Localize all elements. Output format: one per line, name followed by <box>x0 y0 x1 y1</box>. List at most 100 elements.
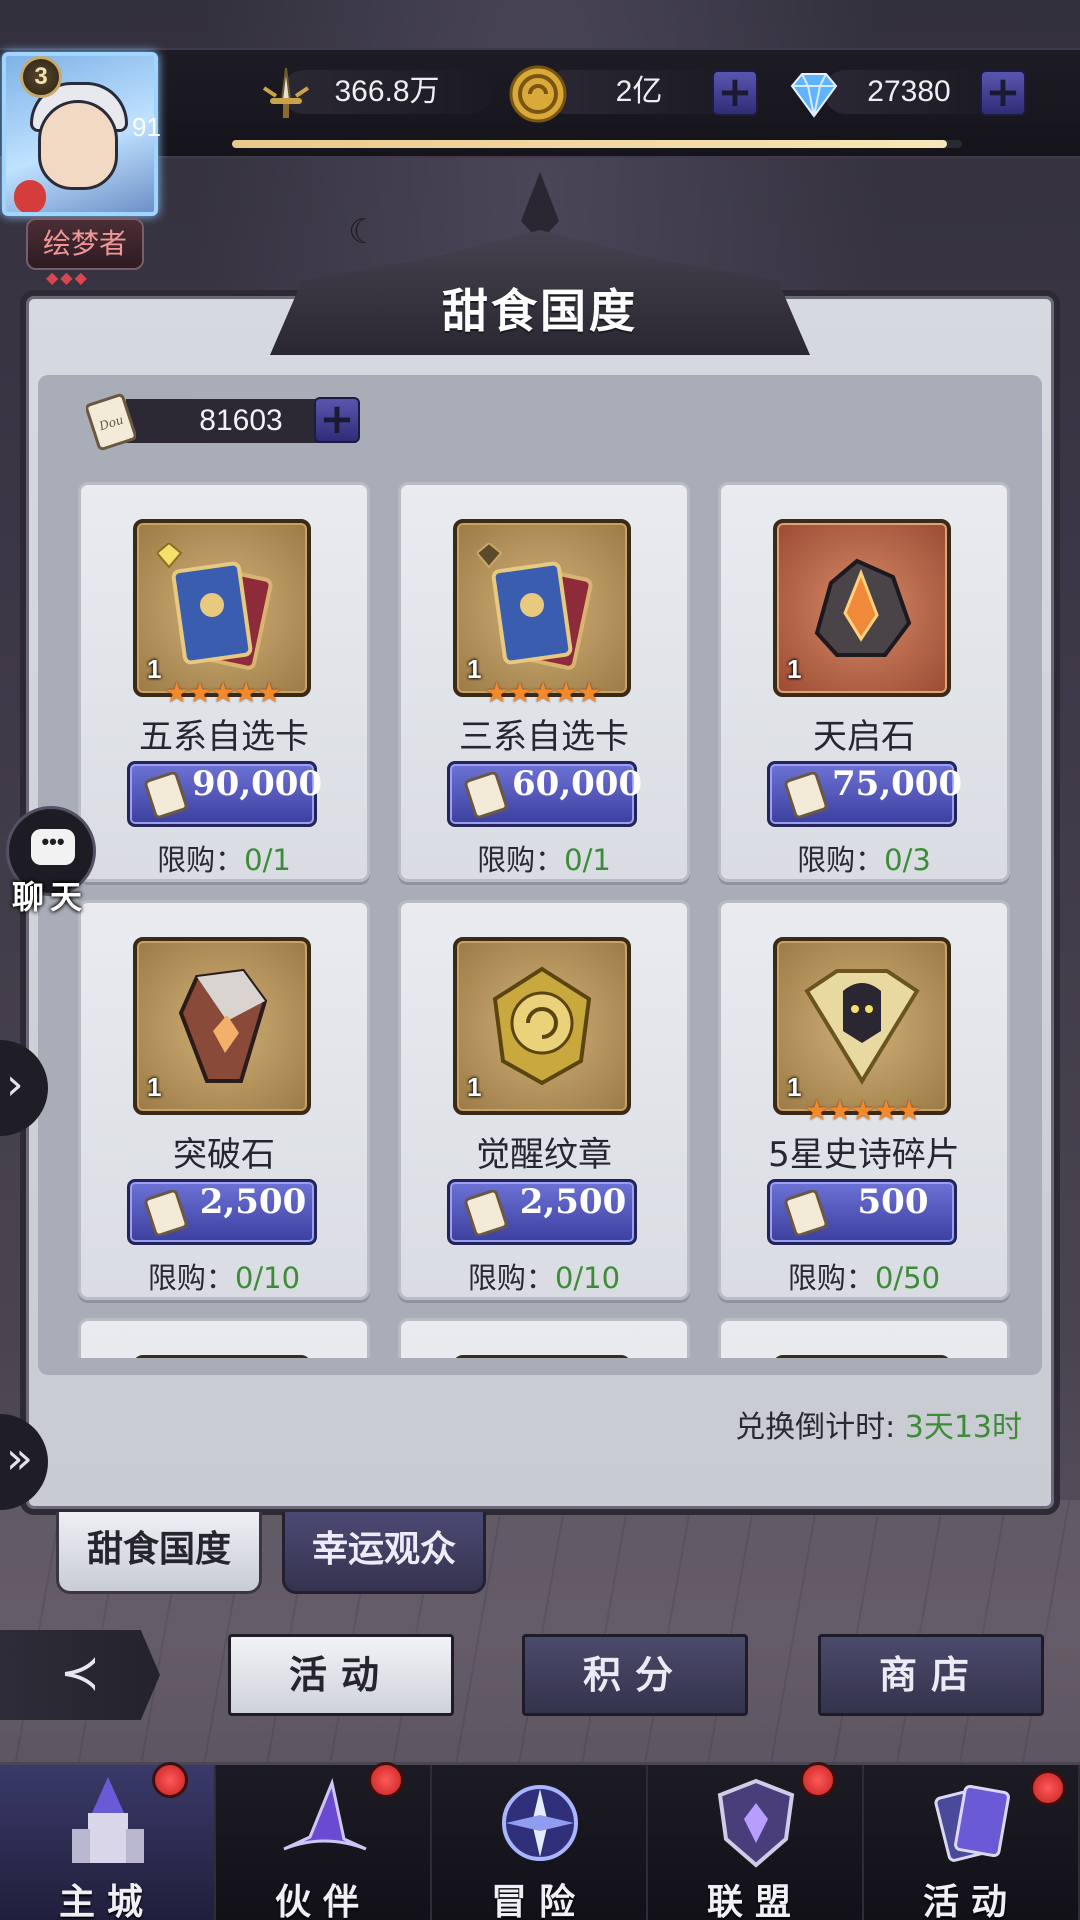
item-icon-frame: 1 <box>453 937 631 1115</box>
avatar-santa-hat <box>14 180 46 212</box>
add-gold-button[interactable]: + <box>712 70 758 116</box>
buy-button[interactable]: 75,000 <box>767 761 963 827</box>
purchase-limit: 限购：0/50 <box>721 1255 1007 1297</box>
nav-label: 冒险 <box>490 1882 587 1920</box>
buy-button[interactable]: 500 <box>767 1179 957 1245</box>
back-button[interactable]: ≺ <box>0 1630 160 1720</box>
witch-hat-icon <box>283 1777 367 1851</box>
notification-dot <box>1030 1770 1066 1806</box>
dou-ticket-icon: Dou <box>86 393 136 451</box>
cards-icon <box>934 1784 1010 1862</box>
item-icon-frame: 1 ★★★★★ <box>133 519 311 709</box>
player-exp-fill <box>232 140 948 148</box>
shop-item-card[interactable] <box>398 1318 690 1358</box>
sub-navigation: ≺ 活动 积分 商店 <box>0 1620 1080 1740</box>
item-star-rating: ★★★★★ <box>484 676 602 709</box>
subnav-event[interactable]: 活动 <box>228 1634 454 1716</box>
add-diamond-button[interactable]: + <box>980 70 1026 116</box>
item-name: 觉醒纹章 <box>476 1135 612 1175</box>
countdown-value: 3天13时 <box>904 1410 1022 1445</box>
player-level-badge: 3 <box>20 56 62 98</box>
purchase-limit: 限购：0/10 <box>81 1255 367 1297</box>
purchase-limit: 限购：0/1 <box>81 837 367 879</box>
title-rank-pips: ◆◆◆ <box>46 268 89 287</box>
shop-item-card[interactable]: 1 ★★★★★ 5星史诗碎片 500 限购：0/50 <box>718 900 1010 1300</box>
apocalypse-stone-icon <box>814 558 912 657</box>
item-name: 五系自选卡 <box>139 717 309 757</box>
item-name: 天启石 <box>813 717 915 757</box>
item-name: 突破石 <box>173 1135 275 1175</box>
shop-item-card[interactable]: 1 ★★★★★ 三系自选卡 60,000 限购：0/1 <box>398 482 690 882</box>
shield-icon <box>717 1778 795 1868</box>
item-name: 三系自选卡 <box>459 717 629 757</box>
limit-label: 限购： <box>467 1261 555 1295</box>
nav-label: 伙伴 <box>274 1882 371 1920</box>
item-icon-frame: 1 ★★★★★ <box>773 937 951 1127</box>
dou-ticket-icon <box>784 772 828 818</box>
add-dou-button[interactable]: + <box>314 397 360 443</box>
item-price: 90,000 <box>192 764 323 804</box>
item-quantity: 1 <box>467 1072 482 1102</box>
nav-adventure[interactable]: 冒险 <box>432 1765 648 1920</box>
moon-ornament: ☾ <box>348 212 379 252</box>
card-pack-icon <box>157 543 273 670</box>
dou-ticket-icon <box>144 1190 188 1236</box>
limit-count: 0/1 <box>564 843 611 877</box>
item-icon-frame: 1 <box>773 519 951 697</box>
dou-ticket-icon <box>464 772 508 818</box>
limit-label: 限购： <box>147 1261 235 1295</box>
limit-label: 限购： <box>797 843 885 877</box>
limit-count: 0/1 <box>244 843 291 877</box>
power-resource: 366.8万 <box>252 64 502 120</box>
diamond-icon <box>790 73 838 118</box>
panel-title: 甜食国度 <box>442 284 638 338</box>
limit-label: 限购： <box>787 1261 875 1295</box>
purchase-limit: 限购：0/1 <box>401 837 687 879</box>
nav-label: 活动 <box>922 1882 1019 1920</box>
nav-label: 主城 <box>58 1882 155 1920</box>
tab-lucky-audience[interactable]: 幸运观众 <box>282 1512 486 1594</box>
buy-button[interactable]: 90,000 <box>127 761 323 827</box>
buy-button[interactable]: 2,500 <box>447 1179 637 1245</box>
item-icon-frame <box>133 1355 311 1358</box>
card-pack-icon <box>477 543 593 670</box>
subnav-shop[interactable]: 商店 <box>818 1634 1044 1716</box>
player-exp-bar <box>232 140 962 148</box>
item-star-rating: ★★★★★ <box>164 676 282 709</box>
buy-button[interactable]: 2,500 <box>127 1179 317 1245</box>
limit-label: 限购： <box>477 843 565 877</box>
player-title[interactable]: 绘梦者 <box>26 218 144 270</box>
item-star-rating: ★★★★★ <box>804 1094 922 1127</box>
subnav-points[interactable]: 积分 <box>522 1634 748 1716</box>
sword-power-icon <box>262 67 310 118</box>
buy-button[interactable]: 60,000 <box>447 761 643 827</box>
dou-ticket-icon <box>144 772 188 818</box>
countdown-label: 兑换倒计时: <box>735 1410 905 1445</box>
exchange-countdown: 兑换倒计时: 3天13时 <box>735 1402 1022 1446</box>
item-price: 2,500 <box>519 1182 627 1222</box>
limit-count: 0/10 <box>234 1261 301 1295</box>
avatar-face <box>38 100 118 190</box>
double-chevron-right-icon: » <box>6 1433 33 1484</box>
item-price: 75,000 <box>832 764 963 804</box>
item-icon-frame <box>773 1355 951 1358</box>
shop-item-card[interactable]: 1 突破石 2,500 限购：0/10 <box>78 900 370 1300</box>
shop-item-card[interactable]: 1 ★★★★★ 五系自选卡 90,000 限购：0/1 <box>78 482 370 882</box>
shop-item-card[interactable] <box>718 1318 1010 1358</box>
chevron-right-icon: › <box>6 1059 24 1110</box>
shop-item-card[interactable]: 1 天启石 75,000 限购：0/3 <box>718 482 1010 882</box>
gold-value: 2亿 <box>544 70 734 114</box>
chat-label: 聊天 <box>12 878 89 916</box>
tab-sweets-kingdom[interactable]: 甜食国度 <box>56 1512 262 1594</box>
limit-count: 0/3 <box>884 843 931 877</box>
nav-label: 联盟 <box>706 1882 803 1920</box>
item-name: 5星史诗碎片 <box>768 1135 960 1175</box>
shop-item-card[interactable]: 1 觉醒纹章 2,500 限购：0/10 <box>398 900 690 1300</box>
castle-icon <box>72 1777 144 1863</box>
compass-icon <box>502 1785 578 1861</box>
shop-item-card[interactable] <box>78 1318 370 1358</box>
awakening-emblem-icon <box>492 966 592 1086</box>
breakthrough-stone-icon <box>178 968 268 1083</box>
item-price: 60,000 <box>512 764 643 804</box>
notification-dot <box>800 1762 836 1798</box>
